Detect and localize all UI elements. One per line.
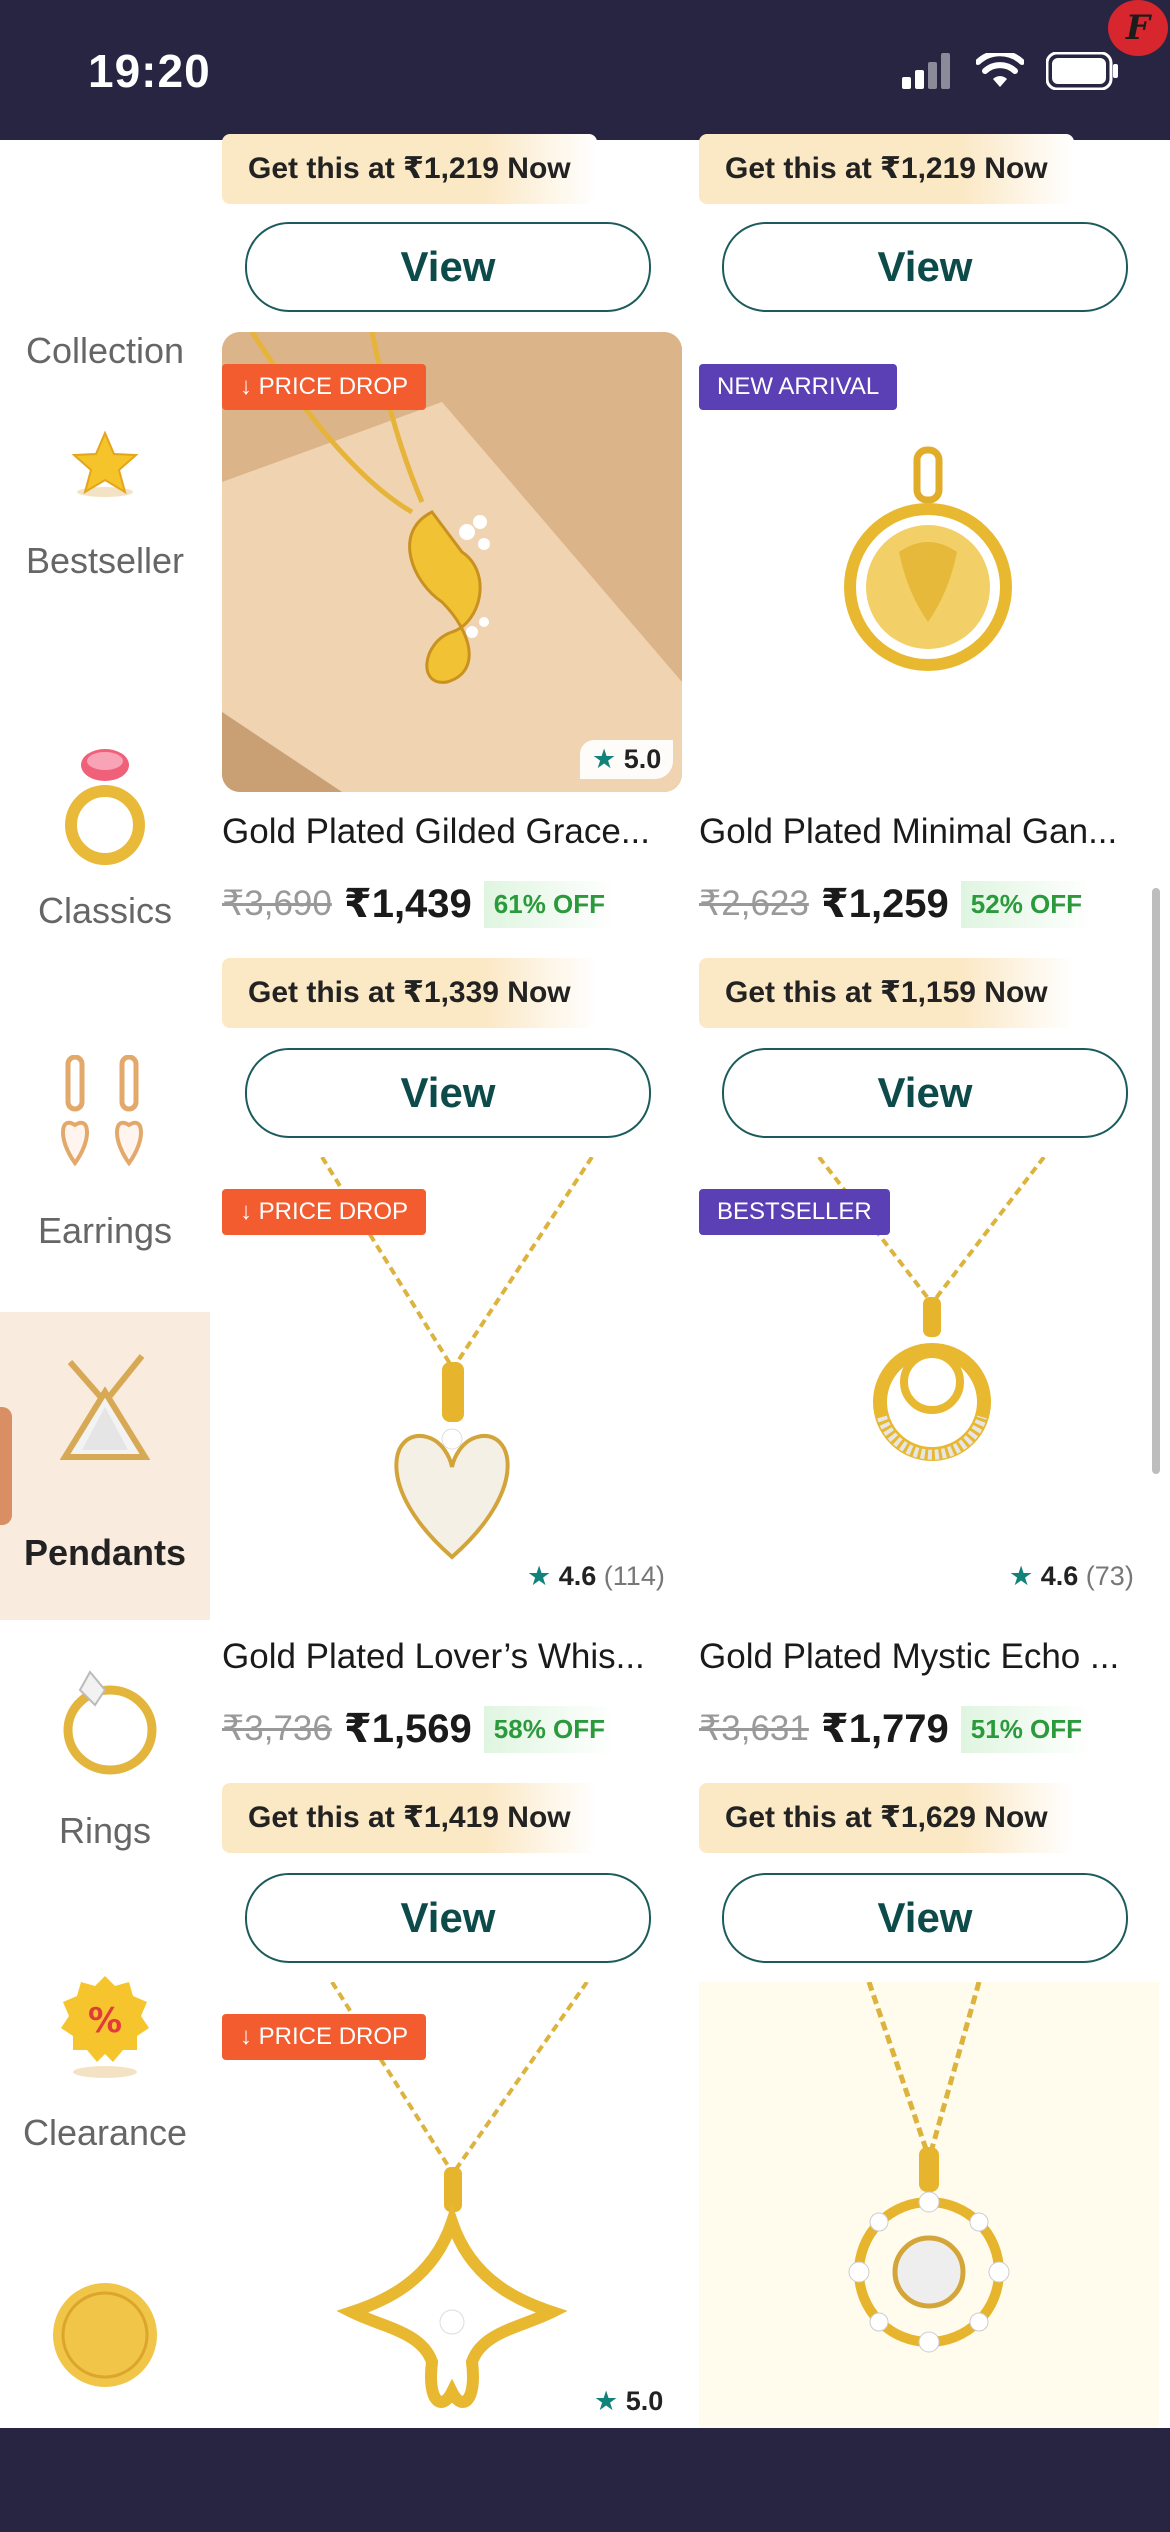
ring-icon [63,1670,157,1775]
get-offer-banner: Get this at ₹1,419 Now [222,1783,597,1853]
product-card[interactable] [699,1982,1159,2428]
get-offer-banner: Get this at ₹1,219 Now [699,134,1074,204]
product-image[interactable] [699,1982,1159,2428]
category-sidebar: Collection Bestseller Classics Earrings [0,140,210,2428]
active-indicator [0,1407,12,1525]
get-offer-banner: Get this at ₹1,629 Now [699,1783,1074,1853]
rating-count: (114) [603,1561,665,1591]
star-icon: ★ [594,2386,619,2416]
product-name[interactable]: Gold Plated Mystic Echo ... [699,1637,1169,1677]
floating-logo-icon[interactable]: F [1108,0,1168,56]
sale-price: ₹1,439 [343,882,472,926]
view-button[interactable]: View [245,1873,651,1963]
arrow-down-icon: ↓ [240,2023,259,2050]
view-button[interactable]: View [245,1048,651,1138]
rating-badge: ★ 5.0 [580,740,674,779]
rating-value: 5.0 [623,744,662,774]
sidebar-item-label: Clearance [22,2112,188,2153]
sidebar-item-label: Rings [58,1810,152,1851]
status-time: 19:20 [88,45,211,97]
signal-icon [902,53,950,89]
price-line: ₹3,631 ₹1,779 51% OFF [699,1699,1093,1759]
get-offer-banner: Get this at ₹1,339 Now [222,958,597,1028]
sidebar-item-label: Bestseller [25,540,185,581]
pendant-icon [59,1354,151,1460]
sale-price: ₹1,569 [343,1707,472,1751]
mrp-price: ₹3,690 [222,884,332,923]
price-drop-tag: ↓ PRICE DROP [222,2014,427,2060]
svg-text:%: % [88,2001,122,2041]
mrp-price: ₹2,623 [699,884,809,923]
wifi-icon [976,53,1024,87]
rating-value: 5.0 [625,2386,664,2416]
discount-badge: 51% OFF [960,1705,1093,1753]
rating-count: (73) [1085,1561,1134,1591]
price-line: ₹3,736 ₹1,569 58% OFF [222,1699,616,1759]
discount-badge-icon: % [61,1976,149,2078]
price-drop-tag: ↓ PRICE DROP [222,1189,427,1235]
mrp-price: ₹3,736 [222,1709,332,1748]
sidebar-item-label: Collection [25,330,185,371]
rating-badge: ★ 4.6 (73) [1009,1561,1134,1592]
battery-icon [1046,52,1118,90]
new-arrival-tag: NEW ARRIVAL [699,364,898,410]
price-drop-tag: ↓ PRICE DROP [222,364,427,410]
sale-price: ₹1,259 [820,882,949,926]
tag-label: PRICE DROP [258,1198,409,1225]
discount-badge: 58% OFF [483,1705,616,1753]
discount-badge: 52% OFF [960,880,1093,928]
sidebar-item-label: Earrings [37,1210,173,1251]
star-icon [71,430,139,497]
arrow-down-icon: ↓ [240,373,259,400]
view-button[interactable]: View [722,1048,1128,1138]
rating-badge: ★ 4.6 (114) [527,1561,665,1592]
discount-badge: 61% OFF [483,880,616,928]
view-button[interactable]: View [722,222,1128,312]
pendant-image [848,1982,1010,2353]
price-line: ₹2,623 ₹1,259 52% OFF [699,874,1093,934]
sidebar-item-label: Classics [37,890,172,931]
price-line: ₹3,690 ₹1,439 61% OFF [222,874,616,934]
rating-value: 4.6 [1040,1561,1079,1591]
product-name[interactable]: Gold Plated Lover’s Whis... [222,1637,692,1677]
status-bar: 19:20 F [0,0,1170,140]
product-card[interactable]: ↓ PRICE DROP ★ 5.0 [222,1982,682,2428]
bottom-bar [0,2428,1170,2532]
tag-label: PRICE DROP [258,373,409,400]
get-offer-banner: Get this at ₹1,219 Now [222,134,597,204]
mrp-price: ₹3,631 [699,1709,809,1748]
earrings-icon [61,1055,143,1167]
arrow-down-icon: ↓ [240,1198,259,1225]
view-button[interactable]: View [722,1873,1128,1963]
sale-price: ₹1,779 [820,1707,949,1751]
rating-badge: ★ 5.0 [594,2386,663,2417]
star-icon: ★ [527,1561,552,1591]
view-button[interactable]: View [245,222,651,312]
rating-value: 4.6 [558,1561,597,1591]
product-name[interactable]: Gold Plated Minimal Gan... [699,812,1169,852]
star-icon: ★ [1009,1561,1034,1591]
gold-coin-icon [53,2283,157,2387]
status-icons [902,52,1120,90]
sidebar-item-label: Pendants [23,1532,187,1573]
product-name[interactable]: Gold Plated Gilded Grace... [222,812,692,852]
bestseller-tag: BESTSELLER [699,1189,890,1235]
tag-label: PRICE DROP [258,2023,409,2050]
scrollbar[interactable] [1152,888,1160,1474]
star-icon: ★ [592,744,617,774]
ring-icon [65,749,145,865]
sidebar-item-pendants[interactable]: Pendants [0,1312,210,1620]
get-offer-banner: Get this at ₹1,159 Now [699,958,1074,1028]
